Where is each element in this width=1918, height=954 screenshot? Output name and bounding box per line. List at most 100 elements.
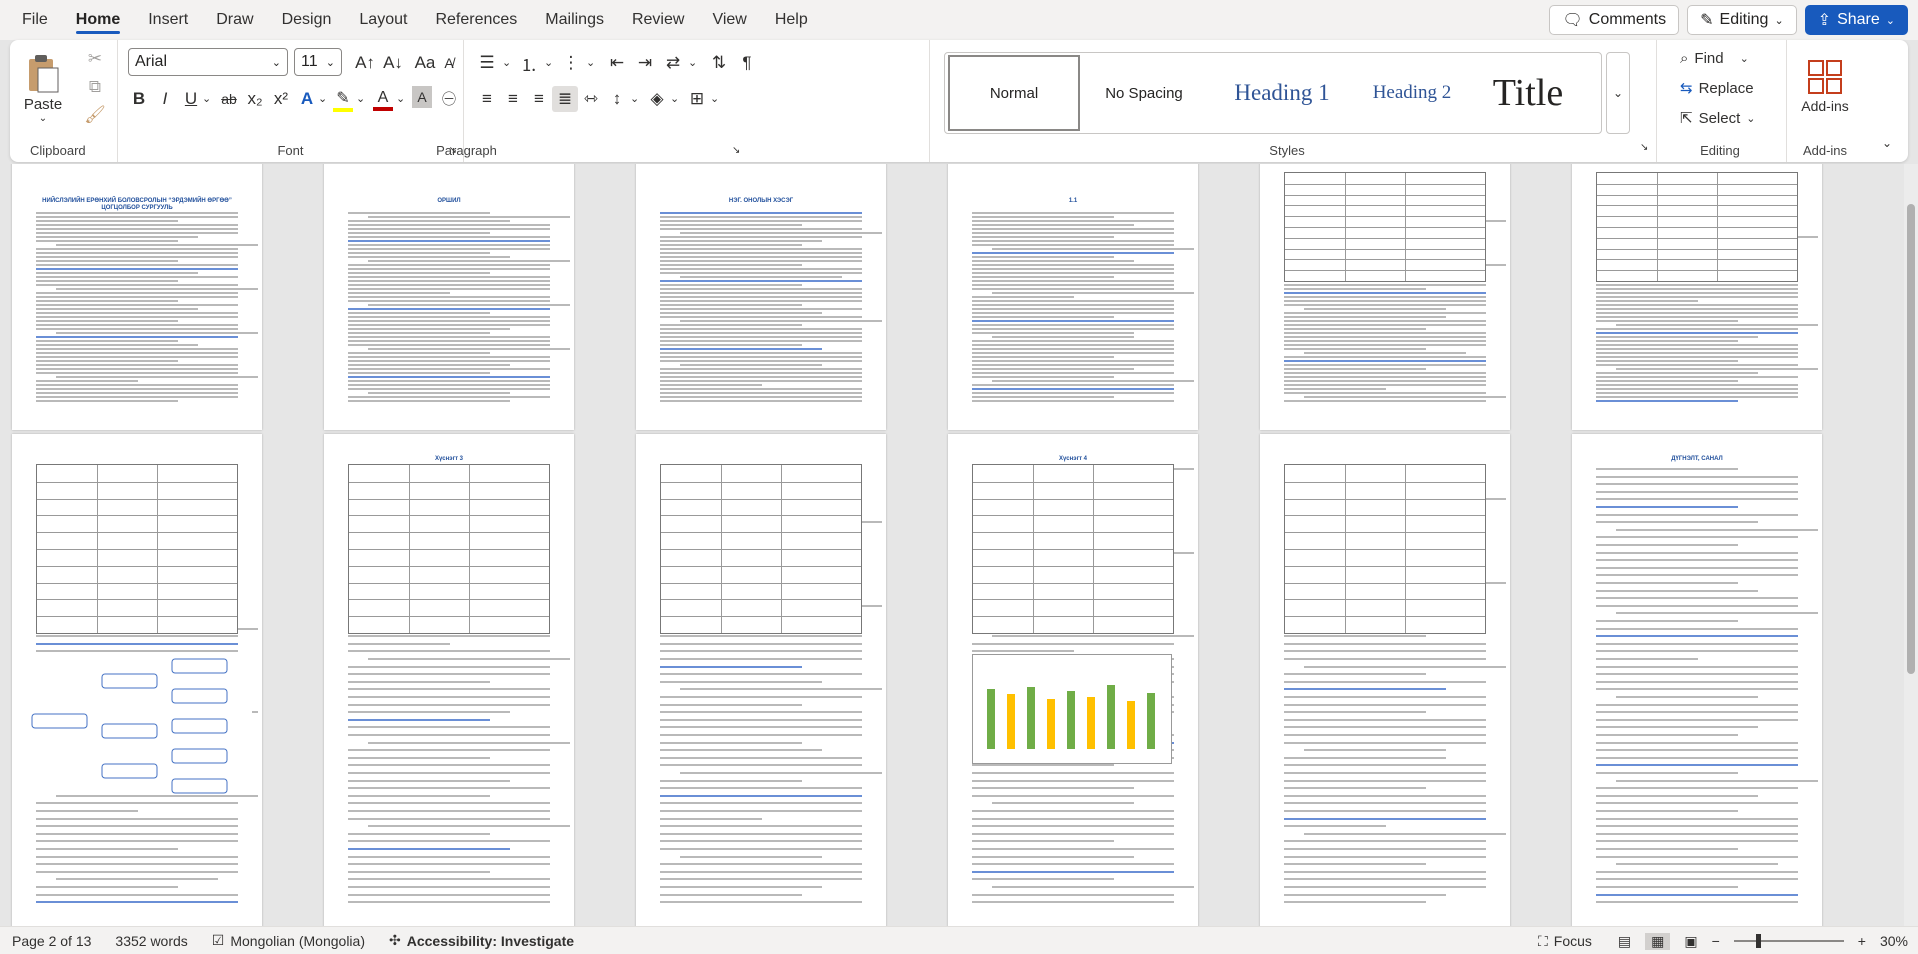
justify-icon[interactable]: ≣ — [552, 86, 578, 112]
web-layout-icon[interactable]: ▣ — [1684, 933, 1697, 950]
superscript-button[interactable]: x² — [268, 86, 294, 112]
document-page[interactable]: НЭГ. ОНОЛЫН ХЭСЭГ — [636, 164, 886, 430]
increase-indent-icon[interactable]: ⇥ — [632, 50, 658, 76]
underline-button[interactable]: U — [178, 86, 204, 112]
numbering-icon[interactable]: ⒈ — [516, 50, 542, 76]
tab-references[interactable]: References — [421, 0, 531, 40]
scrollbar-thumb[interactable] — [1907, 204, 1915, 674]
select-button[interactable]: ⇱ Select ⌄ — [1680, 106, 1756, 130]
document-page[interactable] — [1260, 434, 1510, 926]
tab-layout[interactable]: Layout — [345, 0, 421, 40]
styles-more-button[interactable]: ⌄ — [1606, 52, 1630, 134]
chevron-down-icon[interactable]: ⌄ — [544, 56, 553, 69]
shading-icon[interactable]: ◈ — [644, 86, 670, 112]
show-formatting-icon[interactable]: ¶ — [734, 50, 760, 76]
document-page[interactable]: ДҮГНЭЛТ, САНАЛ — [1572, 434, 1822, 926]
sort-icon[interactable]: ⇅ — [706, 50, 732, 76]
dialog-launcher-icon[interactable]: ↘ — [732, 145, 740, 156]
chevron-down-icon[interactable]: ⌄ — [202, 92, 211, 105]
line-spacing-icon[interactable]: ↕ — [604, 86, 630, 112]
document-page[interactable]: Хүснэгт 3 — [324, 434, 574, 926]
chevron-down-icon[interactable]: ⌄ — [688, 56, 697, 69]
enclose-characters-icon[interactable]: ㊀ — [436, 86, 462, 112]
tab-help[interactable]: Help — [761, 0, 822, 40]
document-page[interactable]: НИЙСЛЭЛИЙН ЕРӨНХИЙ БОЛОВСРОЛЫН “ЭРДЭМИЙН… — [12, 164, 262, 430]
align-right-icon[interactable]: ≡ — [526, 86, 552, 112]
document-page[interactable]: 1.1 — [948, 164, 1198, 430]
page-counter[interactable]: Page 2 of 13 — [0, 933, 103, 949]
addins-button[interactable]: Add-ins — [1794, 44, 1856, 130]
zoom-out-icon[interactable]: − — [1712, 933, 1720, 949]
align-center-icon[interactable]: ≡ — [500, 86, 526, 112]
tab-insert[interactable]: Insert — [134, 0, 202, 40]
zoom-level[interactable]: 30% — [1880, 933, 1908, 949]
accessibility-status[interactable]: ✣ Accessibility: Investigate — [377, 932, 586, 949]
print-layout-icon[interactable]: ▦ — [1645, 932, 1671, 950]
paste-button[interactable]: Paste ⌄ — [18, 44, 68, 134]
chevron-down-icon[interactable]: ⌄ — [356, 92, 365, 105]
share-button[interactable]: ⇪ Share ⌄ — [1804, 5, 1908, 35]
copy-icon[interactable]: ⧉ — [82, 74, 108, 100]
tab-file[interactable]: File — [0, 0, 62, 40]
proofing-status[interactable]: ☑ Mongolian (Mongolia) — [200, 932, 377, 949]
vertical-scrollbar[interactable] — [1904, 164, 1918, 926]
grow-font-icon[interactable]: A↑ — [352, 50, 378, 76]
multilevel-list-icon[interactable]: ⋮ — [558, 50, 584, 76]
font-size-combo[interactable]: 11 ⌄ — [294, 48, 342, 76]
asian-layout-icon[interactable]: ⇄ — [660, 50, 686, 76]
highlight-color-icon[interactable]: ✎ — [330, 84, 356, 116]
style-normal[interactable]: Normal — [948, 55, 1080, 131]
tab-mailings[interactable]: Mailings — [531, 0, 618, 40]
editing-mode-button[interactable]: ✎ Editing ⌄ — [1687, 5, 1797, 35]
style-no-spacing[interactable]: No Spacing — [1080, 55, 1208, 131]
chevron-down-icon[interactable]: ⌄ — [396, 92, 405, 105]
chevron-down-icon[interactable]: ⌄ — [670, 92, 679, 105]
chevron-down-icon[interactable]: ⌄ — [502, 56, 511, 69]
style-title[interactable]: Title — [1468, 55, 1588, 131]
zoom-slider[interactable] — [1733, 934, 1844, 948]
font-name-combo[interactable]: Arial ⌄ — [128, 48, 288, 76]
tab-design[interactable]: Design — [268, 0, 346, 40]
change-case-icon[interactable]: Aa — [412, 50, 438, 76]
bold-button[interactable]: B — [126, 86, 152, 112]
tab-home[interactable]: Home — [62, 0, 134, 40]
text-effects-icon[interactable]: A — [294, 86, 320, 112]
align-left-icon[interactable]: ≡ — [474, 86, 500, 112]
font-color-icon[interactable]: A — [370, 84, 396, 116]
chevron-down-icon[interactable]: ⌄ — [318, 92, 327, 105]
comments-button[interactable]: 🗨 Comments — [1549, 5, 1680, 35]
dialog-launcher-icon[interactable]: ↘ — [1640, 142, 1648, 153]
clear-formatting-icon[interactable]: A̸ — [436, 50, 462, 76]
zoom-in-icon[interactable]: + — [1858, 933, 1866, 949]
document-page[interactable] — [1260, 164, 1510, 430]
decrease-indent-icon[interactable]: ⇤ — [604, 50, 630, 76]
format-painter-icon[interactable]: 🖌 — [82, 102, 108, 128]
tab-draw[interactable]: Draw — [202, 0, 267, 40]
document-page[interactable] — [636, 434, 886, 926]
focus-button[interactable]: ⛶ Focus — [1526, 933, 1604, 950]
tab-view[interactable]: View — [698, 0, 760, 40]
tab-review[interactable]: Review — [618, 0, 698, 40]
word-count[interactable]: 3352 words — [103, 933, 199, 949]
style-heading-2[interactable]: Heading 2 — [1356, 55, 1468, 131]
bullets-icon[interactable]: ☰ — [474, 50, 500, 76]
collapse-ribbon-icon[interactable]: ⌄ — [1882, 136, 1892, 150]
distributed-icon[interactable]: ⇿ — [578, 86, 604, 112]
subscript-button[interactable]: x₂ — [242, 86, 268, 112]
document-canvas[interactable]: НИЙСЛЭЛИЙН ЕРӨНХИЙ БОЛОВСРОЛЫН “ЭРДЭМИЙН… — [0, 164, 1918, 926]
style-heading-1[interactable]: Heading 1 — [1208, 55, 1356, 131]
strikethrough-button[interactable]: ab — [216, 86, 242, 112]
document-page[interactable] — [12, 434, 262, 926]
chevron-down-icon[interactable]: ⌄ — [630, 92, 639, 105]
borders-icon[interactable]: ⊞ — [684, 86, 710, 112]
italic-button[interactable]: I — [152, 86, 178, 112]
document-page[interactable]: Хүснэгт 4 — [948, 434, 1198, 926]
find-button[interactable]: ⌕ Find ⌄ — [1680, 46, 1749, 70]
shrink-font-icon[interactable]: A↓ — [380, 50, 406, 76]
zoom-slider-thumb[interactable] — [1755, 934, 1761, 948]
chevron-down-icon[interactable]: ⌄ — [586, 56, 595, 69]
document-page[interactable]: ОРШИЛ — [324, 164, 574, 430]
read-mode-icon[interactable]: ▤ — [1618, 933, 1631, 950]
cut-icon[interactable]: ✂ — [82, 46, 108, 72]
replace-button[interactable]: ⇆ Replace — [1680, 76, 1754, 100]
